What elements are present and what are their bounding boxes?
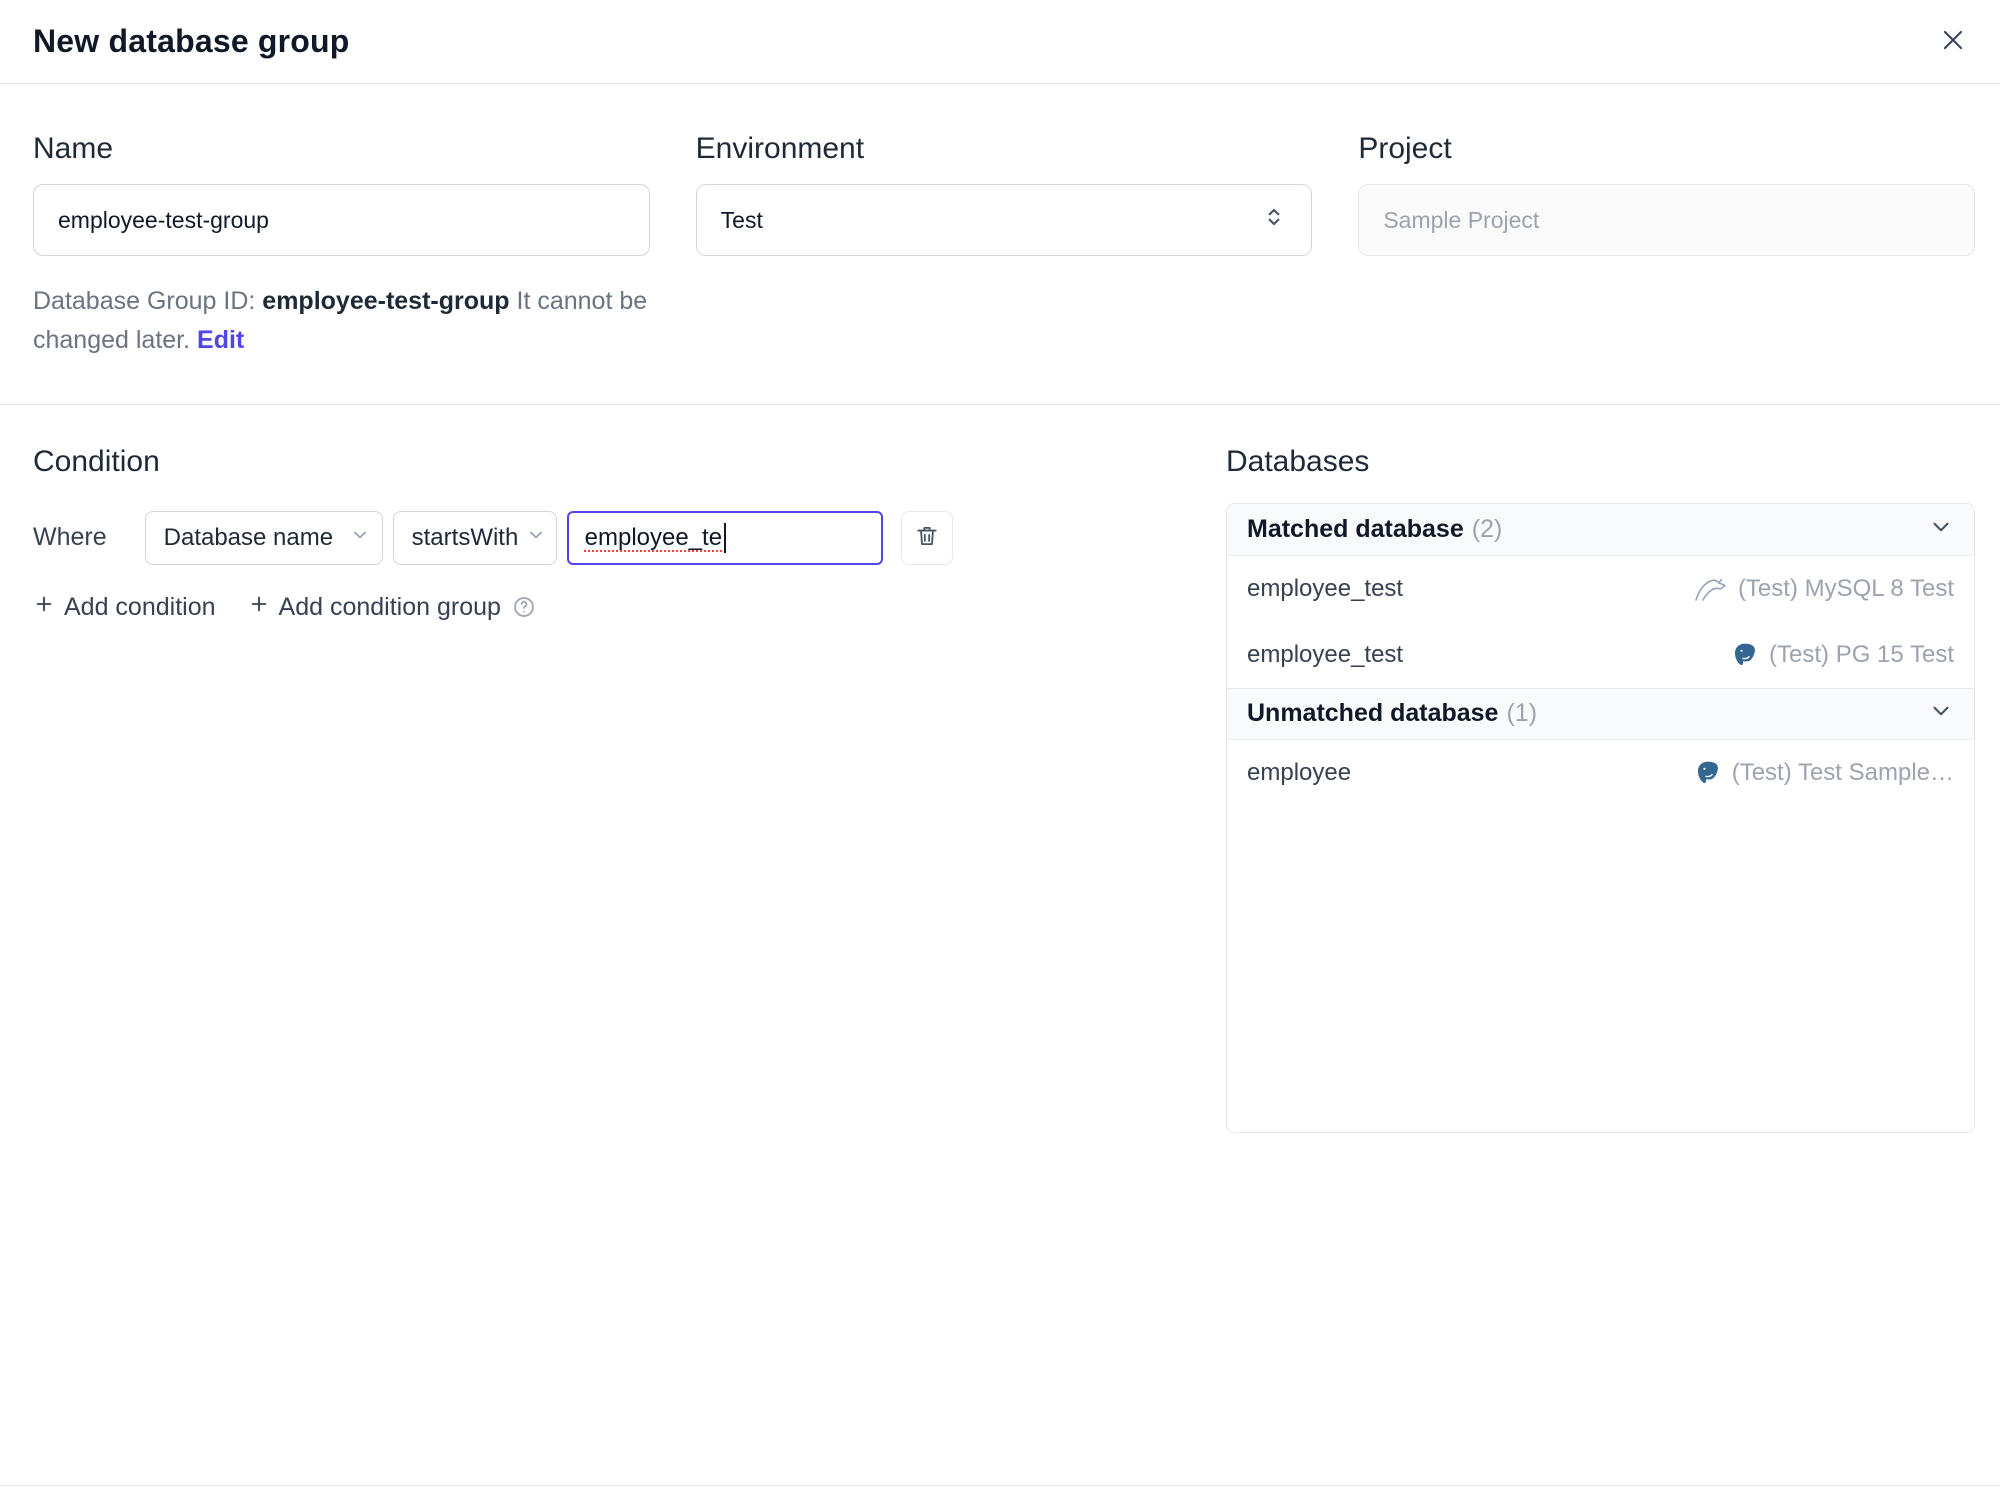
mysql-icon (1694, 576, 1728, 602)
condition-row: Where Database name startsWith employee_… (33, 510, 1226, 565)
help-icon[interactable] (512, 595, 536, 619)
environment-value: Test (720, 206, 763, 233)
main-content: Condition Where Database name startsWith… (0, 445, 2000, 1133)
condition-operator-select[interactable]: startsWith (392, 510, 557, 565)
footer-divider (0, 1485, 2000, 1486)
database-name: employee_test (1247, 640, 1404, 668)
condition-value-input[interactable]: employee_te (566, 510, 883, 565)
chevron-down-icon (1928, 698, 1954, 729)
instance-label: (Test) MySQL 8 Test (1737, 574, 1954, 602)
form-section: Name Environment Test Project (0, 84, 2000, 256)
dialog-title: New database group (33, 23, 350, 59)
matched-database-title: Matched database (2) (1247, 515, 1502, 544)
database-instance: (Test) PG 15 Test (1731, 641, 1954, 669)
add-condition-label: Add condition (64, 592, 216, 621)
unmatched-database-count: (1) (1506, 699, 1538, 727)
condition-field-select[interactable]: Database name (144, 510, 383, 565)
matched-database-label: Matched database (1247, 514, 1464, 543)
instance-label: (Test) PG 15 Test (1769, 640, 1954, 668)
condition-section: Condition Where Database name startsWith… (33, 445, 1226, 1133)
instance-label: (Test) Test Sample… (1731, 758, 1954, 786)
database-row: employee_test (Test) PG 15 Test (1227, 622, 1974, 688)
matched-database-header[interactable]: Matched database (2) (1227, 503, 1974, 556)
section-divider (0, 403, 2000, 405)
project-input (1358, 184, 1975, 256)
add-condition-group-label: Add condition group (278, 592, 501, 621)
matched-database-count: (2) (1471, 514, 1503, 543)
close-icon (1938, 25, 1968, 58)
unmatched-database-title: Unmatched database (1) (1247, 699, 1537, 728)
add-condition-button[interactable]: Add condition (33, 593, 216, 622)
group-id-prefix: Database Group ID: (33, 287, 263, 315)
environment-field-group: Environment Test (695, 132, 1313, 256)
condition-field-value: Database name (163, 523, 334, 551)
trash-icon (914, 523, 940, 552)
database-instance: (Test) Test Sample… (1694, 759, 1954, 787)
chevron-down-icon (350, 524, 370, 552)
where-label: Where (33, 523, 107, 551)
project-field-group: Project (1358, 132, 1975, 256)
plus-icon (248, 593, 270, 622)
close-button[interactable] (1932, 19, 1974, 64)
databases-section: Databases Matched database (2) employee_t… (1226, 445, 1975, 1133)
name-field-group: Name (33, 132, 650, 256)
condition-heading: Condition (33, 444, 160, 478)
delete-condition-button[interactable] (900, 510, 953, 565)
environment-label: Environment (695, 132, 865, 165)
unmatched-database-header[interactable]: Unmatched database (1) (1227, 687, 1974, 740)
dialog-header: New database group (0, 0, 2000, 84)
database-row: employee_test (Test) MySQL 8 Test (1227, 556, 1974, 622)
postgres-icon (1731, 641, 1759, 669)
condition-actions: Add condition Add condition group (33, 593, 1226, 622)
group-id-note: Database Group ID: employee-test-group I… (33, 282, 665, 360)
chevron-down-icon (1928, 514, 1954, 545)
text-caret (724, 522, 727, 553)
postgres-icon (1694, 759, 1722, 787)
edit-group-id-link[interactable]: Edit (197, 326, 244, 354)
unmatched-database-label: Unmatched database (1247, 699, 1499, 727)
database-name: employee (1247, 758, 1352, 786)
condition-value-text: employee_te (584, 523, 723, 551)
name-input[interactable] (33, 184, 650, 256)
name-label: Name (33, 132, 114, 165)
add-condition-group-button[interactable]: Add condition group (248, 593, 536, 622)
environment-select[interactable]: Test (695, 184, 1313, 256)
chevron-down-icon (526, 524, 546, 552)
group-id-value: employee-test-group (262, 287, 510, 315)
plus-icon (33, 593, 55, 622)
database-name: employee_test (1247, 574, 1404, 602)
databases-panel: Matched database (2) employee_test (Test)… (1226, 502, 1975, 1133)
condition-operator-value: startsWith (411, 523, 519, 551)
database-instance: (Test) MySQL 8 Test (1694, 575, 1954, 603)
database-row: employee (Test) Test Sample… (1227, 740, 1974, 806)
up-down-chevrons-icon (1261, 204, 1287, 236)
project-label: Project (1358, 132, 1452, 165)
databases-heading: Databases (1226, 444, 1370, 478)
